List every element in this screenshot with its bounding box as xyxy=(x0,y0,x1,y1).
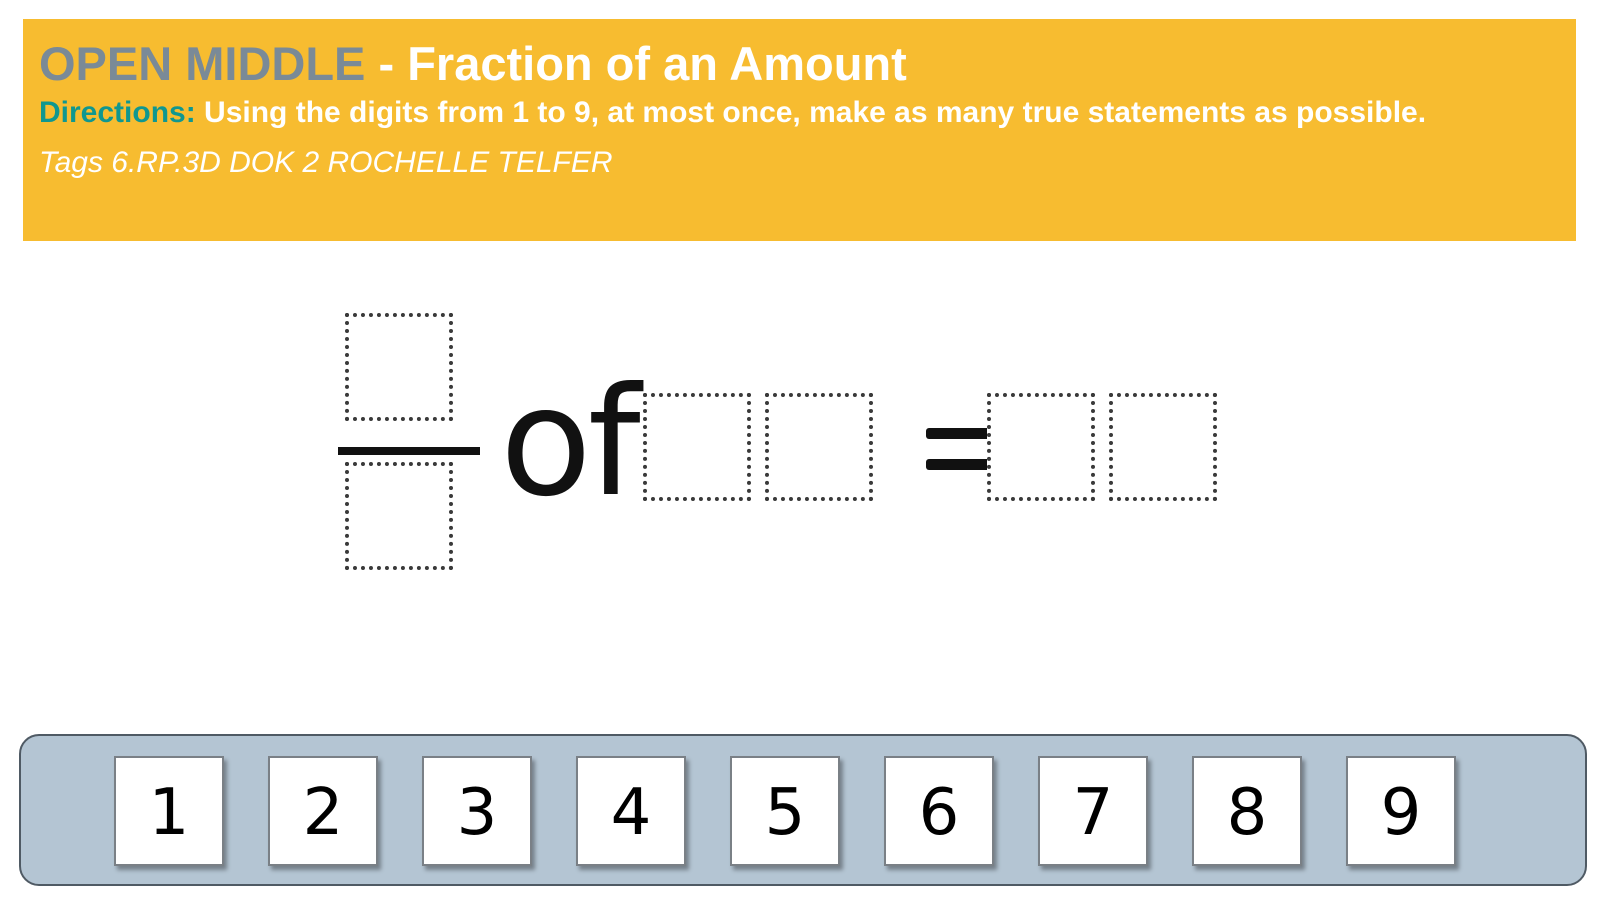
digit-tile-5[interactable]: 5 xyxy=(730,756,840,866)
digit-tile-1[interactable]: 1 xyxy=(114,756,224,866)
page-title: OPEN MIDDLE - Fraction of an Amount xyxy=(39,37,1560,91)
title-text: Fraction of an Amount xyxy=(407,37,907,90)
directions: Directions: Using the digits from 1 to 9… xyxy=(39,93,1479,133)
fraction-bar xyxy=(338,447,480,455)
directions-text: Using the digits from 1 to 9, at most on… xyxy=(195,96,1427,129)
amount-tens-slot[interactable] xyxy=(643,393,751,501)
title-separator: - xyxy=(365,37,408,90)
digit-tile-2[interactable]: 2 xyxy=(268,756,378,866)
digit-tile-9[interactable]: 9 xyxy=(1346,756,1456,866)
digit-tile-3[interactable]: 3 xyxy=(422,756,532,866)
header-banner: OPEN MIDDLE - Fraction of an Amount Dire… xyxy=(23,19,1576,241)
equals-sign-bottom-bar xyxy=(926,459,990,470)
brand-label: OPEN MIDDLE xyxy=(39,37,366,90)
denominator-slot[interactable] xyxy=(345,462,453,570)
directions-label: Directions: xyxy=(39,96,196,129)
digit-tile-7[interactable]: 7 xyxy=(1038,756,1148,866)
result-tens-slot[interactable] xyxy=(987,393,1095,501)
numerator-slot[interactable] xyxy=(345,313,453,421)
result-ones-slot[interactable] xyxy=(1109,393,1217,501)
equals-sign-top-bar xyxy=(926,428,990,439)
of-word: of xyxy=(500,356,641,530)
tags-line: Tags 6.RP.3D DOK 2 ROCHELLE TELFER xyxy=(39,146,613,179)
amount-ones-slot[interactable] xyxy=(765,393,873,501)
digit-tile-6[interactable]: 6 xyxy=(884,756,994,866)
puzzle-slide: OPEN MIDDLE - Fraction of an Amount Dire… xyxy=(0,0,1600,900)
digit-tile-4[interactable]: 4 xyxy=(576,756,686,866)
digit-tile-8[interactable]: 8 xyxy=(1192,756,1302,866)
